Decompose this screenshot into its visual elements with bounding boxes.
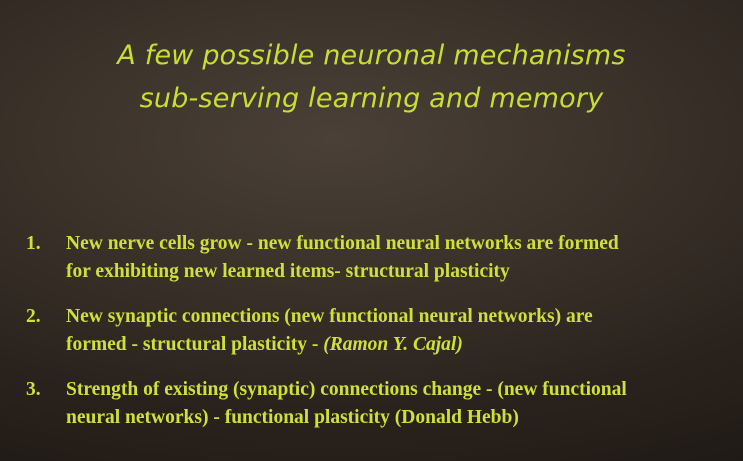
- mechanism-list: 1. New nerve cells grow - new functional…: [26, 230, 736, 449]
- list-item-citation-cajal: (Ramon Y. Cajal): [323, 334, 463, 355]
- list-item-number: 2.: [26, 306, 41, 327]
- list-item-text-line-1: New nerve cells grow - new functional ne…: [66, 233, 619, 254]
- slide-title-line-1: A few possible neuronal mechanisms: [117, 40, 626, 71]
- list-item-text-line-1: New synaptic connections (new functional…: [66, 306, 593, 327]
- list-item-number: 1.: [26, 233, 41, 254]
- list-item-text-line-1: Strength of existing (synaptic) connecti…: [66, 379, 627, 400]
- list-item-number: 3.: [26, 379, 41, 400]
- list-item-text-line-2: for exhibiting new learned items- struct…: [66, 261, 510, 282]
- slide-title-line-2: sub-serving learning and memory: [139, 83, 604, 114]
- slide-title: A few possible neuronal mechanisms sub-s…: [0, 34, 743, 120]
- list-item: 1. New nerve cells grow - new functional…: [26, 230, 736, 286]
- list-item-text-line-2: neural networks) - functional plasticity…: [66, 407, 519, 428]
- slide: A few possible neuronal mechanisms sub-s…: [0, 0, 743, 461]
- list-item-text-line-2-plain: formed - structural plasticity -: [66, 334, 324, 355]
- list-item: 2. New synaptic connections (new functio…: [26, 303, 736, 359]
- list-item-text-line-2: formed - structural plasticity - (Ramon …: [66, 331, 736, 359]
- list-item: 3. Strength of existing (synaptic) conne…: [26, 376, 736, 432]
